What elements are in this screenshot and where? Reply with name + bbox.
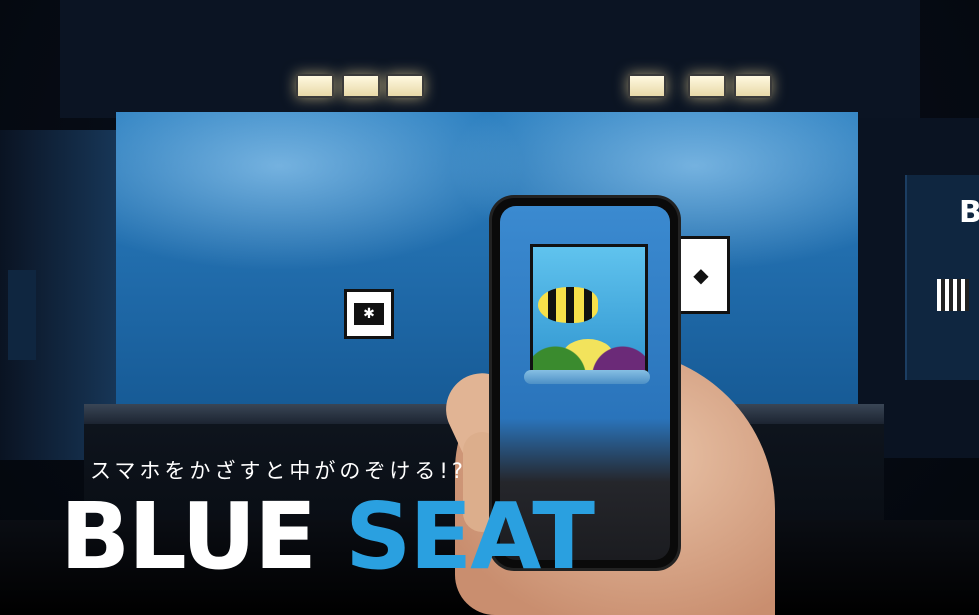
moorish-idol-fish: [538, 287, 598, 323]
ceiling-light: [386, 74, 424, 98]
right-info-panel: BL: [905, 175, 979, 380]
qr-code: [937, 279, 969, 311]
logo-word-blue: BLUE: [60, 483, 317, 590]
ar-marker-turtle: ◆: [672, 236, 730, 314]
ceiling-light: [734, 74, 772, 98]
ceiling-light: [688, 74, 726, 98]
ar-aquarium: [530, 244, 648, 380]
logo-word-seat: SEAT: [345, 483, 595, 590]
left-info-panel: [8, 270, 36, 360]
ar-marker-fish: ✱: [344, 289, 394, 339]
blue-seat-logo: BLUE SEAT: [60, 482, 595, 592]
exhibit-frame: [60, 0, 920, 118]
fish-icon: ✱: [354, 303, 384, 325]
photo-scene: BL ✱ ◆ スマホをかざすと中がのぞける!? BLUE SEAT: [0, 0, 979, 615]
tagline: スマホをかざすと中がのぞける!?: [90, 459, 467, 483]
right-panel-heading: BL: [959, 195, 979, 230]
blue-curtain: [116, 112, 858, 412]
ceiling-light: [296, 74, 334, 98]
ceiling-light: [342, 74, 380, 98]
scroll-roll: [524, 370, 650, 384]
ceiling-light: [628, 74, 666, 98]
turtle-icon: ◆: [683, 257, 719, 293]
